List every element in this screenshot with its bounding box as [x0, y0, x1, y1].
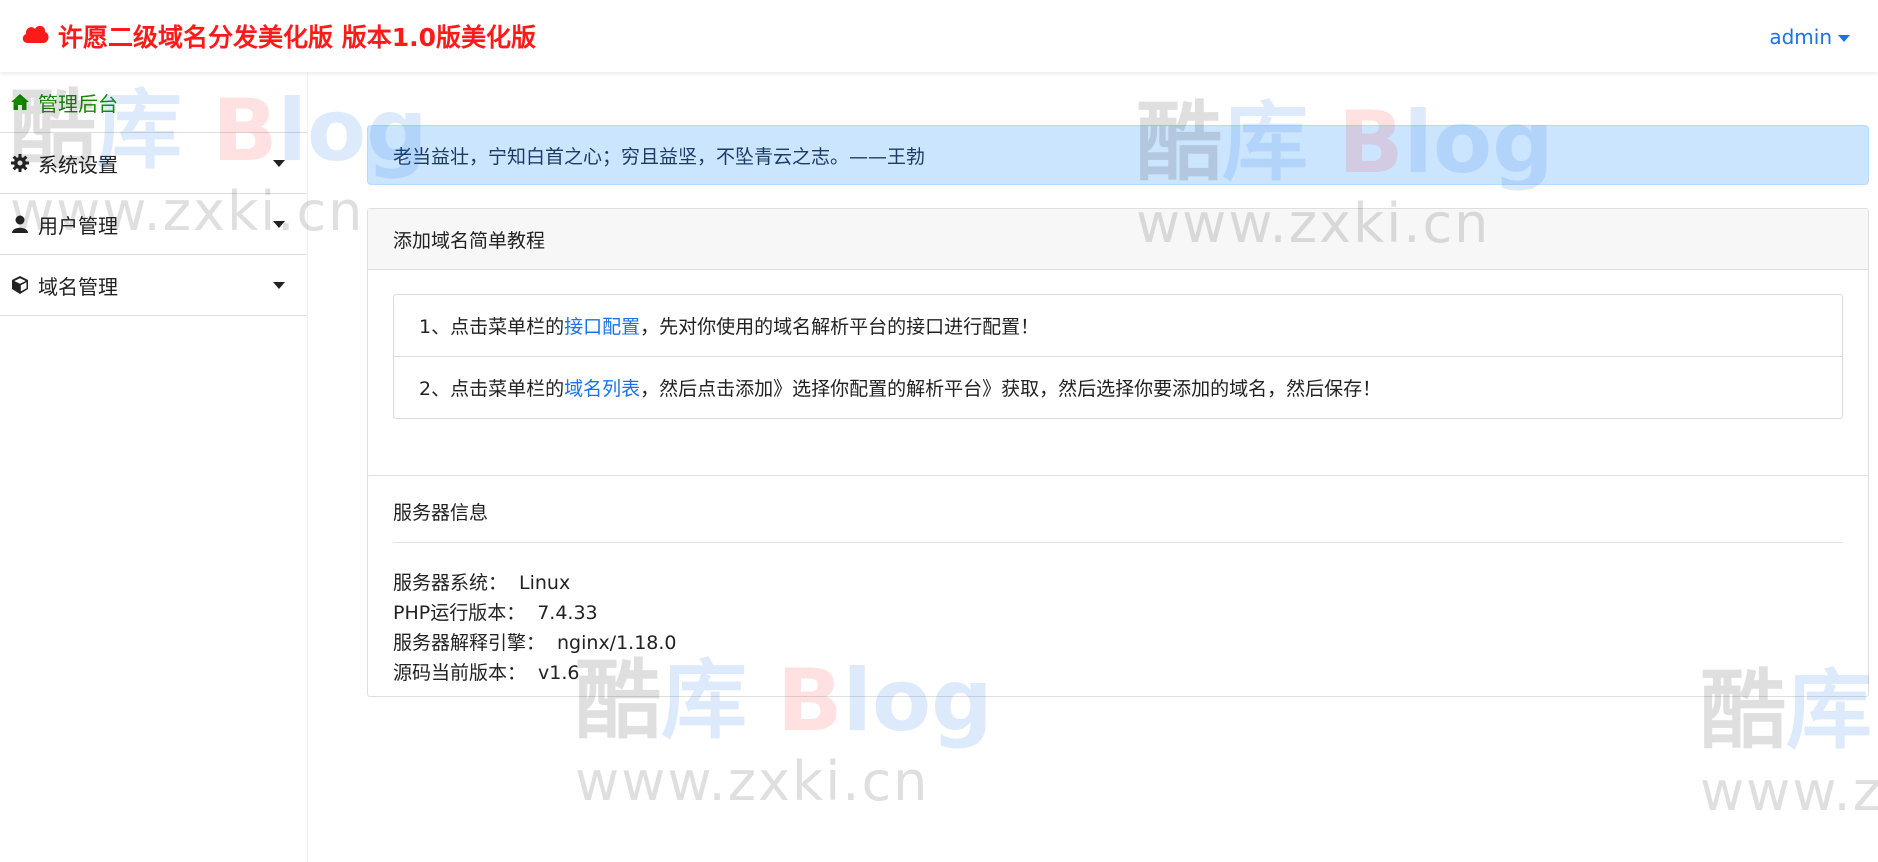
sidebar: 管理后台 系统设置 用户管理 域名管理 [0, 72, 308, 862]
list-item: 2、点击菜单栏的 域名列表 ，然后点击添加》选择你配置的解析平台》获取，然后选择你要… [394, 356, 1842, 418]
server-info-card: 服务器信息 服务器系统： Linux PHP运行版本： 7.4.33 服务器解释引擎… [367, 475, 1869, 697]
brand[interactable]: 许愿二级域名分发美化版 版本1.0版美化版 [20, 18, 536, 54]
info-label: 服务器解释引擎： [393, 632, 546, 654]
divider [393, 542, 1843, 543]
server-info-row: 服务器系统： Linux [393, 568, 677, 598]
server-info-title: 服务器信息 [393, 502, 489, 524]
tutorial-card-header: 添加域名简单教程 [368, 209, 1868, 270]
chevron-down-icon [273, 282, 285, 289]
sidebar-item-label: 用户管理 [38, 213, 118, 238]
info-value: 7.4.33 [537, 602, 598, 624]
info-label: 服务器系统： [393, 572, 508, 594]
sidebar-item-label: 域名管理 [38, 274, 118, 299]
tutorial-title: 添加域名简单教程 [393, 229, 546, 252]
gear-icon [10, 153, 30, 173]
server-info-list: 服务器系统： Linux PHP运行版本： 7.4.33 服务器解释引擎： nginx… [393, 568, 677, 688]
chevron-down-icon [1838, 34, 1850, 42]
info-value: nginx/1.18.0 [557, 632, 677, 654]
username: admin [1769, 25, 1832, 49]
sidebar-item-system-settings[interactable]: 系统设置 [0, 133, 307, 194]
user-icon [10, 214, 30, 234]
chevron-down-icon [273, 160, 285, 167]
step-suffix: ，然后点击添加》选择你配置的解析平台》获取，然后选择你要添加的域名，然后保存！ [640, 378, 1382, 400]
quote-alert: 老当益壮，宁知白首之心；穷且益坚，不坠青云之志。——王勃 [367, 125, 1869, 185]
brand-title: 许愿二级域名分发美化版 版本1.0版美化版 [58, 23, 536, 52]
sidebar-item-label: 系统设置 [38, 152, 118, 177]
sidebar-item-user-management[interactable]: 用户管理 [0, 194, 307, 255]
sidebar-item-domain-management[interactable]: 域名管理 [0, 255, 307, 316]
step-prefix: 1、点击菜单栏的 [419, 316, 565, 338]
chevron-down-icon [273, 221, 285, 228]
home-icon [10, 92, 30, 112]
domain-list-link[interactable]: 域名列表 [564, 374, 640, 401]
server-info-row: 源码当前版本： v1.6 [393, 658, 677, 688]
info-value: Linux [519, 572, 571, 594]
api-config-link[interactable]: 接口配置 [564, 312, 640, 339]
list-item: 1、点击菜单栏的 接口配置 ，先对你使用的域名解析平台的接口进行配置！ [394, 295, 1842, 356]
sidebar-item-label: 管理后台 [38, 91, 118, 116]
top-navbar: 许愿二级域名分发美化版 版本1.0版美化版 admin [0, 0, 1878, 72]
user-menu[interactable]: admin [1769, 22, 1850, 52]
sidebar-item-dashboard[interactable]: 管理后台 [0, 72, 307, 133]
tutorial-steps-list: 1、点击菜单栏的 接口配置 ，先对你使用的域名解析平台的接口进行配置！ 2、点击菜单… [393, 294, 1843, 419]
cube-icon [10, 275, 30, 295]
step-suffix: ，先对你使用的域名解析平台的接口进行配置！ [640, 316, 1040, 338]
cloud-icon [20, 21, 50, 51]
server-info-row: PHP运行版本： 7.4.33 [393, 598, 677, 628]
tutorial-card: 添加域名简单教程 1、点击菜单栏的 接口配置 ，先对你使用的域名解析平台的接口进行配… [367, 208, 1869, 518]
server-info-row: 服务器解释引擎： nginx/1.18.0 [393, 628, 677, 658]
quote-text: 老当益壮，宁知白首之心；穷且益坚，不坠青云之志。——王勃 [393, 145, 926, 168]
info-value: v1.6 [538, 662, 580, 684]
step-prefix: 2、点击菜单栏的 [419, 378, 565, 400]
info-label: PHP运行版本： [393, 602, 526, 624]
info-label: 源码当前版本： [393, 662, 527, 684]
